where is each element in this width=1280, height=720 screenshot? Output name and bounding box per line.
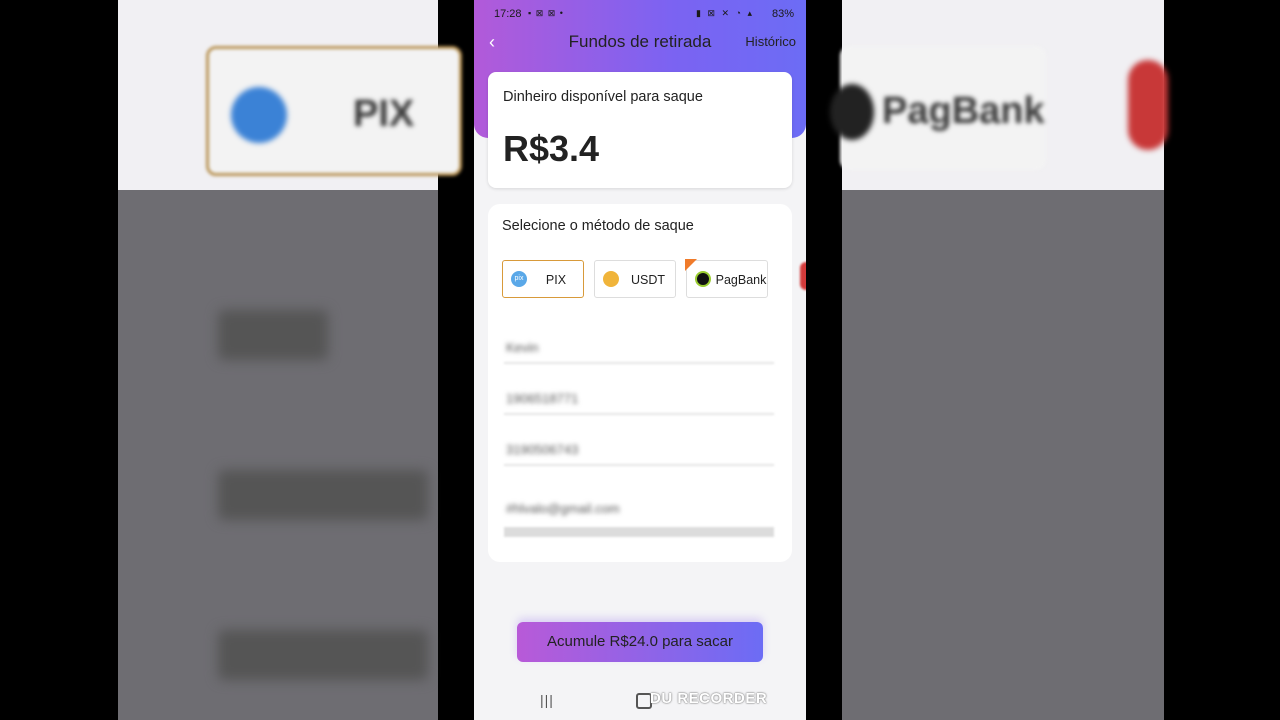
cpf-value: 1906518771 bbox=[506, 391, 579, 406]
history-link[interactable]: Histórico bbox=[745, 34, 796, 49]
balance-label: Dinheiro disponível para saque bbox=[503, 89, 703, 105]
balance-card: Dinheiro disponível para saque R$3.4 bbox=[488, 72, 792, 188]
blurred-background-left: PIX bbox=[118, 0, 462, 720]
method-option-label: USDT bbox=[630, 273, 666, 287]
blurred-pagbank-text: PagBank bbox=[882, 90, 1045, 132]
phone-value: 3190506743 bbox=[506, 442, 579, 457]
blurred-field bbox=[218, 310, 328, 360]
status-notification-icons: ▪ ⊠ ⊠ • bbox=[528, 8, 564, 18]
strawberry-icon bbox=[800, 262, 806, 290]
status-bar: 17:28 ▪ ⊠ ⊠ • ▮ ⊠ ✕ ◔ ▴ 83% bbox=[494, 8, 794, 22]
balance-amount: R$3.4 bbox=[503, 128, 600, 169]
email-field[interactable]: #hlvalo@gmail.com bbox=[504, 501, 774, 537]
blurred-pagbank-icon bbox=[830, 84, 874, 140]
field-underline bbox=[504, 464, 774, 466]
blurred-pix-icon bbox=[231, 87, 287, 143]
status-time: 17:28 bbox=[494, 8, 522, 20]
withdraw-button[interactable]: Acumule R$24.0 para sacar bbox=[517, 622, 763, 662]
blurred-field bbox=[218, 630, 428, 680]
blurred-pix-text: PIX bbox=[353, 93, 415, 135]
method-section-label: Selecione o método de saque bbox=[502, 218, 694, 234]
status-system-icons: ▮ ⊠ ✕ ◔ ▴ bbox=[696, 8, 754, 18]
status-battery: 83% bbox=[771, 8, 794, 20]
name-field[interactable]: Kevin bbox=[504, 340, 774, 364]
blurred-pix-card: PIX bbox=[206, 46, 462, 176]
blurred-pagbank-card: PagBank bbox=[830, 46, 1046, 170]
phone-screen: 17:28 ▪ ⊠ ⊠ • ▮ ⊠ ✕ ◔ ▴ 83% ‹ Fundos de … bbox=[474, 0, 806, 720]
promo-badge-icon bbox=[685, 259, 697, 271]
recent-apps-icon[interactable]: ||| bbox=[540, 692, 554, 708]
email-value: #hlvalo@gmail.com bbox=[506, 501, 620, 516]
method-option-label: PagBank bbox=[715, 273, 767, 287]
blurred-strawberry bbox=[1128, 60, 1168, 150]
name-value: Kevin bbox=[506, 340, 539, 355]
cpf-field[interactable]: 1906518771 bbox=[504, 391, 774, 415]
method-option-pagbank[interactable]: PagBank bbox=[685, 259, 768, 298]
recorder-watermark: DU RECORDER bbox=[650, 690, 768, 707]
blurred-field bbox=[218, 470, 428, 520]
phone-field[interactable]: 3190506743 bbox=[504, 442, 774, 466]
android-nav-bar: ||| DU RECORDER bbox=[474, 680, 806, 720]
blurred-background-right: PagBank bbox=[830, 0, 1168, 720]
method-option-label: PIX bbox=[545, 273, 567, 287]
field-underline bbox=[504, 527, 774, 537]
method-option-pix[interactable]: pix PIX bbox=[502, 260, 584, 298]
field-underline bbox=[504, 362, 774, 364]
field-underline bbox=[504, 413, 774, 415]
method-option-usdt[interactable]: USDT bbox=[594, 260, 676, 298]
withdraw-method-card: Selecione o método de saque pix PIX USDT… bbox=[488, 204, 792, 562]
